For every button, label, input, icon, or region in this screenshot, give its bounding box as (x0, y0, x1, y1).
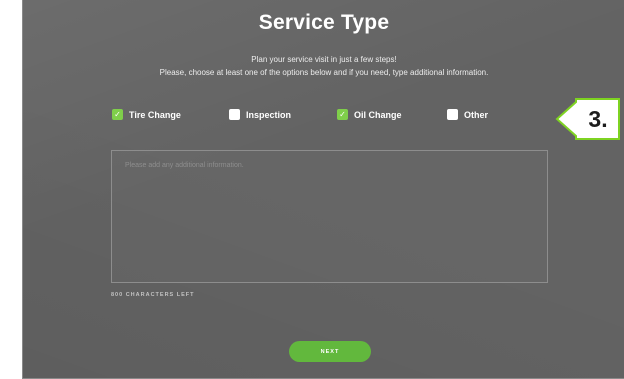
characters-left-counter: 800 CHARACTERS LEFT (111, 292, 195, 298)
option-label: Other (464, 109, 489, 120)
option-label: Oil Change (354, 109, 402, 120)
intro-text: Plan your service visit in just a few st… (23, 53, 624, 79)
tire-change-checkbox[interactable]: ✓ (112, 109, 123, 120)
step-callout: 3. (555, 98, 621, 140)
option-tire-change[interactable]: ✓ Tire Change (112, 109, 181, 120)
service-options: ✓ Tire Change Inspection ✓ Oil Change Ot… (23, 109, 624, 123)
checkmark-icon: ✓ (114, 109, 121, 119)
textarea-placeholder: Please add any additional information. (125, 162, 244, 169)
service-type-panel: Service Type Plan your service visit in … (22, 0, 624, 379)
option-label: Tire Change (129, 109, 181, 120)
option-oil-change[interactable]: ✓ Oil Change (337, 109, 402, 120)
checkmark-icon: ✓ (339, 109, 346, 119)
intro-line-2: Please, choose at least one of the optio… (159, 68, 489, 77)
option-other[interactable]: Other (447, 109, 488, 120)
option-label: Inspection (246, 109, 292, 120)
option-inspection[interactable]: Inspection (229, 109, 291, 120)
oil-change-checkbox[interactable]: ✓ (337, 109, 348, 120)
page-title: Service Type (258, 11, 390, 34)
callout-label: 3. (588, 105, 608, 132)
inspection-checkbox[interactable] (229, 109, 240, 120)
other-checkbox[interactable] (447, 109, 458, 120)
additional-info-textarea[interactable]: Please add any additional information. (111, 150, 548, 283)
next-button[interactable]: NEXT (289, 341, 371, 362)
intro-line-1: Plan your service visit in just a few st… (251, 55, 397, 64)
